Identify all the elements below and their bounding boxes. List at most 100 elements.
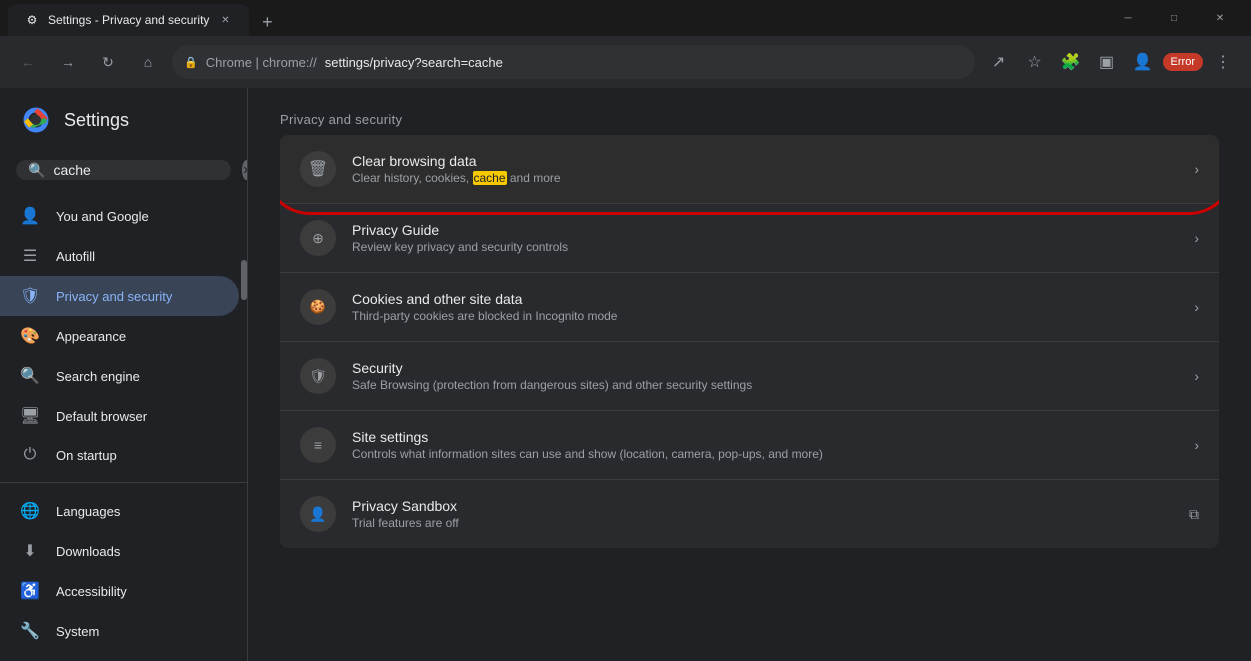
- search-box[interactable]: 🔍 ✕: [16, 160, 231, 180]
- nav-label-languages: Languages: [56, 504, 120, 519]
- arrow-icon-site-settings: ›: [1194, 437, 1199, 453]
- reload-button[interactable]: ↻: [92, 46, 124, 78]
- arrow-icon-clear-browsing: ›: [1194, 161, 1199, 177]
- nav-icon-on-startup: ⏻: [20, 446, 40, 464]
- setting-item-cookies[interactable]: 🍪 Cookies and other site data Third-part…: [280, 273, 1219, 342]
- arrow-icon-security: ›: [1194, 368, 1199, 384]
- site-settings-icon: ≡: [300, 427, 336, 463]
- setting-item-privacy-guide[interactable]: ⊕ Privacy Guide Review key privacy and s…: [280, 204, 1219, 273]
- setting-name-privacy-guide: Privacy Guide: [352, 222, 1186, 238]
- setting-text-site-settings: Site settings Controls what information …: [352, 429, 1186, 461]
- nav-label-privacy-and-security: Privacy and security: [56, 289, 172, 304]
- setting-item-security[interactable]: 🛡 Security Safe Browsing (protection fro…: [280, 342, 1219, 411]
- lock-icon: 🔒: [184, 56, 198, 69]
- minimize-button[interactable]: ─: [1105, 2, 1151, 34]
- nav-icon-privacy-and-security: 🛡: [20, 286, 40, 306]
- section-title: Privacy and security: [280, 112, 1219, 127]
- setting-desc-privacy-guide: Review key privacy and security controls: [352, 240, 1186, 254]
- nav-items-container: 👤 You and Google ☰ Autofill 🛡 Privacy an…: [0, 196, 247, 661]
- nav-icon-you-and-google: 👤: [20, 206, 40, 226]
- nav-divider: [0, 482, 247, 483]
- arrow-icon-cookies: ›: [1194, 299, 1199, 315]
- sidebar-item-downloads[interactable]: ⬇ Downloads: [0, 531, 239, 571]
- scrollbar-track[interactable]: [241, 88, 247, 661]
- search-icon: 🔍: [28, 162, 45, 179]
- arrow-icon-privacy-guide: ›: [1194, 230, 1199, 246]
- setting-item-site-settings[interactable]: ≡ Site settings Controls what informatio…: [280, 411, 1219, 480]
- window-controls: ─ □ ✕: [1105, 2, 1243, 34]
- setting-name-privacy-sandbox: Privacy Sandbox: [352, 498, 1181, 514]
- menu-button[interactable]: ⋮: [1207, 46, 1239, 78]
- setting-name-site-settings: Site settings: [352, 429, 1186, 445]
- external-icon-privacy-sandbox: ⧉: [1189, 506, 1199, 523]
- url-bar[interactable]: 🔒 Chrome | chrome:// settings/privacy?sea…: [172, 45, 975, 79]
- nav-label-system: System: [56, 624, 99, 639]
- setting-text-privacy-guide: Privacy Guide Review key privacy and sec…: [352, 222, 1186, 254]
- sidebar-item-reset-and-clean-up[interactable]: ⟲ Reset and clean up: [0, 651, 239, 661]
- nav-icon-appearance: 🎨: [20, 326, 40, 346]
- nav-icon-system: 🔧: [20, 621, 40, 641]
- forward-button[interactable]: →: [52, 46, 84, 78]
- tab-title: Settings - Privacy and security: [48, 13, 209, 27]
- active-tab[interactable]: ⚙ Settings - Privacy and security ✕: [8, 4, 249, 36]
- setting-text-privacy-sandbox: Privacy Sandbox Trial features are off: [352, 498, 1181, 530]
- tab-close-button[interactable]: ✕: [217, 12, 233, 28]
- scrollbar-thumb[interactable]: [241, 260, 247, 300]
- sidebar-item-privacy-and-security[interactable]: 🛡 Privacy and security: [0, 276, 239, 316]
- nav-label-on-startup: On startup: [56, 448, 117, 463]
- sidebar-button[interactable]: ▣: [1091, 46, 1123, 78]
- home-button[interactable]: ⌂: [132, 46, 164, 78]
- close-button[interactable]: ✕: [1197, 2, 1243, 34]
- back-button[interactable]: ←: [12, 46, 44, 78]
- sidebar-item-default-browser[interactable]: 🖥 Default browser: [0, 396, 239, 436]
- setting-desc-privacy-sandbox: Trial features are off: [352, 516, 1181, 530]
- nav-label-appearance: Appearance: [56, 329, 126, 344]
- new-tab-button[interactable]: +: [253, 8, 281, 36]
- setting-name-clear-browsing: Clear browsing data: [352, 153, 1186, 169]
- tab-favicon: ⚙: [24, 12, 40, 28]
- sidebar-item-autofill[interactable]: ☰ Autofill: [0, 236, 239, 276]
- setting-name-cookies: Cookies and other site data: [352, 291, 1186, 307]
- url-path: settings/privacy?search=cache: [325, 55, 503, 70]
- sidebar-item-you-and-google[interactable]: 👤 You and Google: [0, 196, 239, 236]
- profile-button[interactable]: 👤: [1127, 46, 1159, 78]
- share-button[interactable]: ↗: [983, 46, 1015, 78]
- main-layout: Settings 🔍 ✕ 👤 You and Google ☰ Autofill…: [0, 88, 1251, 661]
- setting-text-cookies: Cookies and other site data Third-party …: [352, 291, 1186, 323]
- maximize-button[interactable]: □: [1151, 2, 1197, 34]
- bookmark-button[interactable]: ☆: [1019, 46, 1051, 78]
- setting-text-clear-browsing: Clear browsing data Clear history, cooki…: [352, 153, 1186, 185]
- nav-icon-autofill: ☰: [20, 246, 40, 266]
- chrome-logo: [20, 104, 52, 136]
- nav-label-downloads: Downloads: [56, 544, 120, 559]
- sidebar-header: Settings: [0, 88, 247, 152]
- highlight-cache: cache: [473, 171, 507, 185]
- sidebar-item-appearance[interactable]: 🎨 Appearance: [0, 316, 239, 356]
- setting-name-security: Security: [352, 360, 1186, 376]
- sidebar-item-system[interactable]: 🔧 System: [0, 611, 239, 651]
- nav-label-default-browser: Default browser: [56, 409, 147, 424]
- nav-label-search-engine: Search engine: [56, 369, 140, 384]
- sidebar-item-on-startup[interactable]: ⏻ On startup: [0, 436, 239, 474]
- toolbar-icons: ↗ ☆ 🧩 ▣ 👤 Error ⋮: [983, 46, 1239, 78]
- sidebar-item-accessibility[interactable]: ♿ Accessibility: [0, 571, 239, 611]
- extension-button[interactable]: 🧩: [1055, 46, 1087, 78]
- clear-browsing-icon: 🗑: [300, 151, 336, 187]
- setting-desc-security: Safe Browsing (protection from dangerous…: [352, 378, 1186, 392]
- sidebar-item-search-engine[interactable]: 🔍 Search engine: [0, 356, 239, 396]
- setting-item-privacy-sandbox[interactable]: 👤 Privacy Sandbox Trial features are off…: [280, 480, 1219, 548]
- error-badge[interactable]: Error: [1163, 53, 1203, 71]
- sidebar-item-languages[interactable]: 🌐 Languages: [0, 491, 239, 531]
- tab-bar: ⚙ Settings - Privacy and security ✕ +: [8, 0, 281, 36]
- nav-icon-default-browser: 🖥: [20, 406, 40, 426]
- setting-item-clear-browsing-data[interactable]: 🗑 Clear browsing data Clear history, coo…: [280, 135, 1219, 204]
- cookies-icon: 🍪: [300, 289, 336, 325]
- settings-title: Settings: [64, 110, 129, 131]
- nav-label-you-and-google: You and Google: [56, 209, 149, 224]
- search-input[interactable]: [53, 162, 234, 178]
- nav-icon-accessibility: ♿: [20, 581, 40, 601]
- setting-desc-site-settings: Controls what information sites can use …: [352, 447, 1186, 461]
- privacy-sandbox-icon: 👤: [300, 496, 336, 532]
- url-origin: Chrome | chrome://: [206, 55, 317, 70]
- security-icon: 🛡: [300, 358, 336, 394]
